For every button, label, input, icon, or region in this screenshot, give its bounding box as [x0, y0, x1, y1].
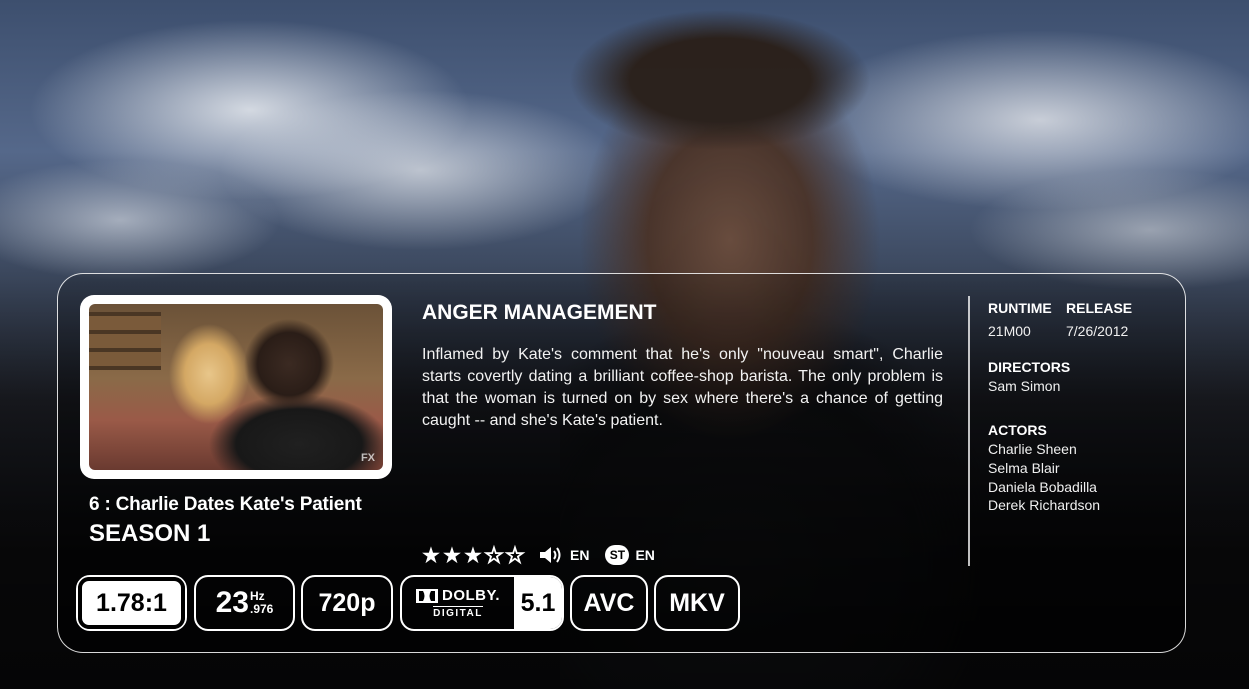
show-title: ANGER MANAGEMENT: [422, 301, 657, 324]
video-codec-badge: AVC: [570, 575, 648, 631]
aspect-ratio-value: 1.78:1: [78, 577, 185, 629]
dolby-logo: DOLBY. DIGITAL: [402, 577, 514, 629]
dolby-digital-label: DIGITAL: [433, 606, 483, 619]
aspect-ratio-badge: 1.78:1: [76, 575, 187, 631]
panel-divider: [968, 296, 970, 566]
episode-thumbnail: FX: [80, 295, 392, 479]
subtitle-icon: ST: [605, 545, 630, 565]
star-filled-icon: ★: [464, 544, 482, 567]
episode-thumbnail-image: FX: [89, 304, 383, 470]
subtitle-language: EN: [635, 547, 655, 563]
star-filled-icon: ★: [443, 544, 461, 567]
actors-label: ACTORS: [988, 422, 1047, 438]
framerate-unit-group: Hz .976: [250, 590, 273, 616]
speaker-icon: [540, 547, 561, 563]
actor-name: Daniela Bobadilla: [988, 479, 1097, 495]
thumbnail-bookshelf: [89, 312, 161, 370]
dolby-double-d-icon: [415, 588, 438, 603]
framerate-value: 23: [215, 586, 249, 619]
star-empty-icon: ★: [506, 544, 525, 567]
star-filled-icon: ★: [422, 544, 440, 567]
dolby-mark: DOLBY.: [415, 587, 500, 604]
audio-language: EN: [570, 547, 590, 563]
directors-label: DIRECTORS: [988, 359, 1071, 375]
framerate-fraction: .976: [250, 602, 274, 616]
runtime-value: 21M00: [988, 323, 1031, 339]
audio-channels: 5.1: [514, 577, 562, 629]
episode-title: 6 : Charlie Dates Kate's Patient: [89, 494, 362, 515]
actor-name: Derek Richardson: [988, 497, 1101, 513]
actor-name: Charlie Sheen: [988, 441, 1077, 457]
framerate-badge: 23 Hz .976: [194, 575, 295, 631]
release-label: RELEASE: [1066, 300, 1133, 316]
star-empty-icon: ★: [485, 544, 504, 567]
container-badge: MKV: [654, 575, 740, 631]
network-watermark: FX: [360, 452, 375, 464]
synopsis: Inflamed by Kate's comment that he's onl…: [422, 346, 943, 429]
actor-name: Selma Blair: [988, 460, 1060, 476]
media-meta-row: ★ ★ ★ ★ ★ EN ST EN: [422, 543, 655, 567]
dolby-brand: DOLBY.: [441, 587, 500, 604]
star-rating: ★ ★ ★ ★ ★: [422, 543, 527, 568]
release-value: 7/26/2012: [1066, 323, 1129, 339]
director-name: Sam Simon: [988, 378, 1061, 394]
resolution-badge: 720p: [301, 575, 393, 631]
audio-format-badge: DOLBY. DIGITAL 5.1: [400, 575, 564, 631]
runtime-label: RUNTIME: [988, 300, 1052, 316]
season-label: SEASON 1: [89, 520, 211, 547]
